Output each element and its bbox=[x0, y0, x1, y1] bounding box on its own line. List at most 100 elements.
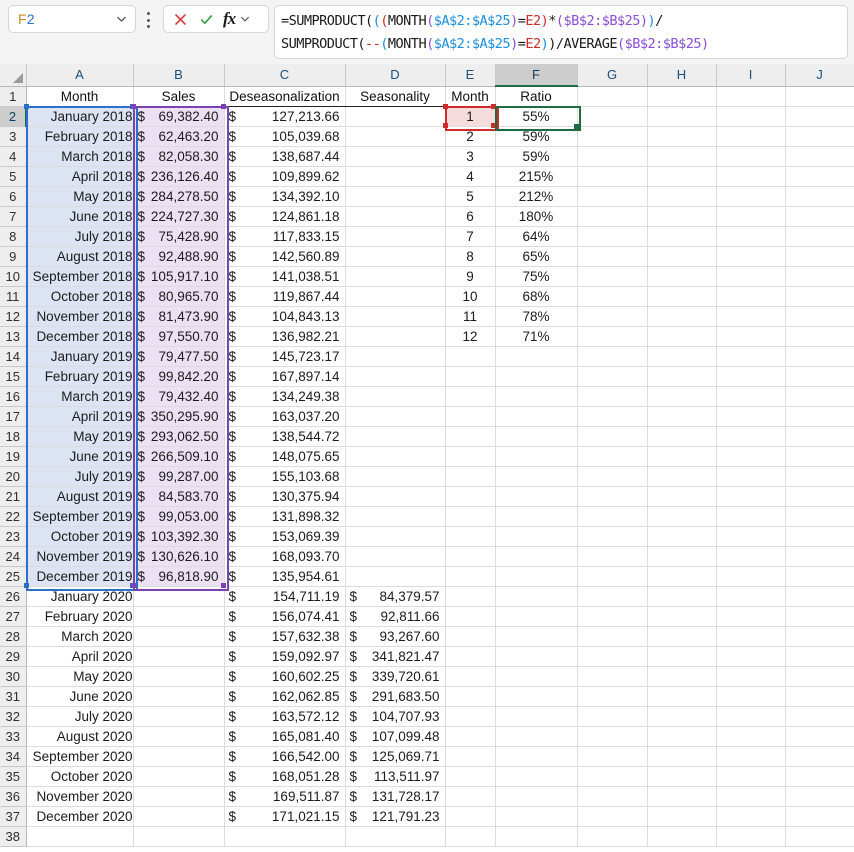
cell-J32[interactable] bbox=[785, 706, 854, 726]
cell-A29[interactable]: April 2020 bbox=[26, 646, 133, 666]
cell-D9[interactable] bbox=[345, 246, 445, 266]
cell-F20[interactable] bbox=[495, 466, 577, 486]
cell-E30[interactable] bbox=[445, 666, 495, 686]
cell-G25[interactable] bbox=[577, 566, 647, 586]
cell-A16[interactable]: March 2019 bbox=[26, 386, 133, 406]
cell-F7[interactable]: 180% bbox=[495, 206, 577, 226]
row-header-36[interactable]: 36 bbox=[0, 786, 26, 806]
cell-H32[interactable] bbox=[647, 706, 716, 726]
cell-C13[interactable]: $136,982.21 bbox=[224, 326, 345, 346]
cell-D18[interactable] bbox=[345, 426, 445, 446]
cell-D14[interactable] bbox=[345, 346, 445, 366]
cell-E38[interactable] bbox=[445, 826, 495, 846]
cell-E26[interactable] bbox=[445, 586, 495, 606]
cell-H22[interactable] bbox=[647, 506, 716, 526]
cell-I9[interactable] bbox=[716, 246, 785, 266]
cell-F29[interactable] bbox=[495, 646, 577, 666]
cell-A13[interactable]: December 2018 bbox=[26, 326, 133, 346]
cell-G4[interactable] bbox=[577, 146, 647, 166]
cell-B4[interactable]: $82,058.30 bbox=[133, 146, 224, 166]
cell-I5[interactable] bbox=[716, 166, 785, 186]
row-header-17[interactable]: 17 bbox=[0, 406, 26, 426]
cell-H29[interactable] bbox=[647, 646, 716, 666]
cell-G29[interactable] bbox=[577, 646, 647, 666]
cell-C22[interactable]: $131,898.32 bbox=[224, 506, 345, 526]
cell-F28[interactable] bbox=[495, 626, 577, 646]
cell-J31[interactable] bbox=[785, 686, 854, 706]
cell-F5[interactable]: 215% bbox=[495, 166, 577, 186]
cell-C17[interactable]: $163,037.20 bbox=[224, 406, 345, 426]
cell-C9[interactable]: $142,560.89 bbox=[224, 246, 345, 266]
cell-D24[interactable] bbox=[345, 546, 445, 566]
cell-D6[interactable] bbox=[345, 186, 445, 206]
cell-A32[interactable]: July 2020 bbox=[26, 706, 133, 726]
cell-G37[interactable] bbox=[577, 806, 647, 826]
cell-A33[interactable]: August 2020 bbox=[26, 726, 133, 746]
column-header-h[interactable]: H bbox=[647, 64, 716, 86]
cell-A18[interactable]: May 2019 bbox=[26, 426, 133, 446]
cell-B35[interactable] bbox=[133, 766, 224, 786]
cell-D20[interactable] bbox=[345, 466, 445, 486]
cell-F22[interactable] bbox=[495, 506, 577, 526]
cell-H15[interactable] bbox=[647, 366, 716, 386]
row-header-4[interactable]: 4 bbox=[0, 146, 26, 166]
cell-A37[interactable]: December 2020 bbox=[26, 806, 133, 826]
cell-B14[interactable]: $79,477.50 bbox=[133, 346, 224, 366]
cell-F15[interactable] bbox=[495, 366, 577, 386]
cell-H3[interactable] bbox=[647, 126, 716, 146]
cell-G11[interactable] bbox=[577, 286, 647, 306]
cell-H12[interactable] bbox=[647, 306, 716, 326]
cell-I22[interactable] bbox=[716, 506, 785, 526]
cell-I20[interactable] bbox=[716, 466, 785, 486]
cell-G7[interactable] bbox=[577, 206, 647, 226]
cell-C2[interactable]: $127,213.66 bbox=[224, 106, 345, 126]
cell-J19[interactable] bbox=[785, 446, 854, 466]
row-header-10[interactable]: 10 bbox=[0, 266, 26, 286]
cell-E27[interactable] bbox=[445, 606, 495, 626]
cell-I27[interactable] bbox=[716, 606, 785, 626]
cell-G34[interactable] bbox=[577, 746, 647, 766]
cell-G28[interactable] bbox=[577, 626, 647, 646]
cell-I12[interactable] bbox=[716, 306, 785, 326]
cell-A24[interactable]: November 2019 bbox=[26, 546, 133, 566]
cell-C36[interactable]: $169,511.87 bbox=[224, 786, 345, 806]
cell-B25[interactable]: $96,818.90 bbox=[133, 566, 224, 586]
row-header-7[interactable]: 7 bbox=[0, 206, 26, 226]
cell-F31[interactable] bbox=[495, 686, 577, 706]
cell-E29[interactable] bbox=[445, 646, 495, 666]
cell-B22[interactable]: $99,053.00 bbox=[133, 506, 224, 526]
cell-I32[interactable] bbox=[716, 706, 785, 726]
cell-C1[interactable]: Deseasonalization bbox=[224, 86, 345, 106]
cell-J6[interactable] bbox=[785, 186, 854, 206]
cell-C25[interactable]: $135,954.61 bbox=[224, 566, 345, 586]
row-header-21[interactable]: 21 bbox=[0, 486, 26, 506]
cell-H27[interactable] bbox=[647, 606, 716, 626]
cell-E28[interactable] bbox=[445, 626, 495, 646]
cell-A25[interactable]: December 2019 bbox=[26, 566, 133, 586]
cell-I4[interactable] bbox=[716, 146, 785, 166]
cell-I15[interactable] bbox=[716, 366, 785, 386]
cell-C31[interactable]: $162,062.85 bbox=[224, 686, 345, 706]
cell-H14[interactable] bbox=[647, 346, 716, 366]
cell-I17[interactable] bbox=[716, 406, 785, 426]
cell-D11[interactable] bbox=[345, 286, 445, 306]
cell-E9[interactable]: 8 bbox=[445, 246, 495, 266]
cell-C29[interactable]: $159,092.97 bbox=[224, 646, 345, 666]
cell-H2[interactable] bbox=[647, 106, 716, 126]
cell-I31[interactable] bbox=[716, 686, 785, 706]
cell-E15[interactable] bbox=[445, 366, 495, 386]
row-header-11[interactable]: 11 bbox=[0, 286, 26, 306]
cell-B34[interactable] bbox=[133, 746, 224, 766]
cell-C21[interactable]: $130,375.94 bbox=[224, 486, 345, 506]
cell-H20[interactable] bbox=[647, 466, 716, 486]
cell-G3[interactable] bbox=[577, 126, 647, 146]
cell-D21[interactable] bbox=[345, 486, 445, 506]
row-header-8[interactable]: 8 bbox=[0, 226, 26, 246]
cell-A36[interactable]: November 2020 bbox=[26, 786, 133, 806]
row-header-6[interactable]: 6 bbox=[0, 186, 26, 206]
cell-D25[interactable] bbox=[345, 566, 445, 586]
cell-A34[interactable]: September 2020 bbox=[26, 746, 133, 766]
cell-D1[interactable]: Seasonality bbox=[345, 86, 445, 106]
cell-H7[interactable] bbox=[647, 206, 716, 226]
cell-F18[interactable] bbox=[495, 426, 577, 446]
